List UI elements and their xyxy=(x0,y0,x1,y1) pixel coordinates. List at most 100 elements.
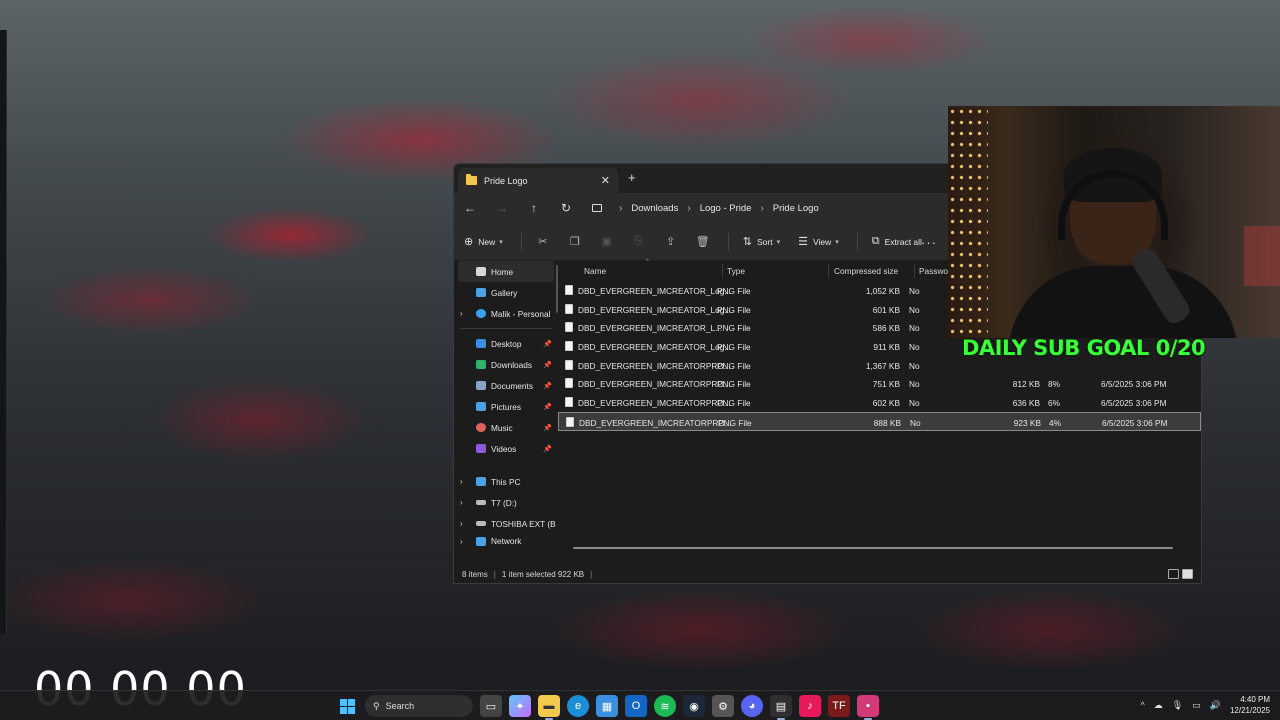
sidebar-item-music[interactable]: Music 📌 xyxy=(454,417,558,438)
tab-close-button[interactable]: ✕ xyxy=(601,174,610,187)
file-date: 6/5/2025 3:06 PM xyxy=(1101,398,1167,409)
chevron-right-icon[interactable]: › xyxy=(460,309,463,318)
file-name: DBD_EVERGREEN_IMCREATORPRO... xyxy=(578,360,731,371)
breadcrumb-logo-pride[interactable]: Logo - Pride xyxy=(700,203,752,214)
obs-icon[interactable]: ▤ xyxy=(770,695,792,720)
delete-icon[interactable]: 🗑 xyxy=(696,235,710,248)
sidebar-item-home[interactable]: Home xyxy=(458,261,554,282)
view-button[interactable]: ☰ View ▾ xyxy=(798,235,839,248)
sidebar-item-documents[interactable]: Documents 📌 xyxy=(454,375,558,396)
column-compressed-size[interactable]: Compressed size xyxy=(834,266,898,276)
chevron-right-icon[interactable]: › xyxy=(760,203,763,214)
forward-button[interactable]: → xyxy=(486,201,518,215)
home-icon xyxy=(476,267,486,276)
column-name[interactable]: Name xyxy=(584,266,606,276)
sidebar-item-desktop[interactable]: Desktop 📌 xyxy=(454,333,558,354)
horizontal-scrollbar[interactable] xyxy=(573,547,1173,549)
table-row[interactable]: DBD_EVERGREEN_IMCREATORPRO... PNG File 751… xyxy=(558,374,1201,393)
file-name: DBD_EVERGREEN_IMCREATOR_Log... xyxy=(578,342,732,353)
chevron-up-icon[interactable]: ^ xyxy=(1141,700,1145,710)
sort-button[interactable]: ⇅ Sort ▾ xyxy=(743,235,780,248)
breadcrumb: › Downloads › Logo - Pride › Pride Logo xyxy=(592,203,819,214)
spotify-icon[interactable]: ≋ xyxy=(654,695,676,717)
breadcrumb-downloads[interactable]: Downloads xyxy=(631,203,678,214)
store-icon[interactable]: ▦ xyxy=(596,695,618,717)
file-ratio: 6% xyxy=(1048,398,1060,409)
cut-icon[interactable]: ✂ xyxy=(536,235,550,248)
chevron-right-icon[interactable]: › xyxy=(619,203,622,214)
sidebar-item-onedrive[interactable]: › Malik - Personal xyxy=(454,303,558,324)
clock[interactable]: 4:40 PM 12/21/2025 xyxy=(1230,694,1270,716)
microphone-icon[interactable]: 🎙 xyxy=(1172,700,1183,711)
file-compressed-size: 602 KB xyxy=(872,398,900,409)
new-tab-button[interactable]: + xyxy=(628,170,636,185)
folder-icon xyxy=(466,174,477,185)
file-explorer-icon[interactable]: ▬ xyxy=(538,695,560,720)
rename-icon[interactable]: ⎘ xyxy=(632,235,646,248)
pin-icon: 📌 xyxy=(543,340,552,348)
column-type[interactable]: Type xyxy=(727,266,745,276)
taskbar-search[interactable]: ⚲ Search xyxy=(365,695,473,717)
tiles-view-icon[interactable] xyxy=(1182,569,1193,579)
sidebar-item-label: Desktop xyxy=(491,338,522,349)
details-view-icon[interactable] xyxy=(1168,569,1179,579)
sidebar-item-t7-drive[interactable]: › T7 (D:) xyxy=(454,492,558,513)
discord-icon[interactable]: ◕ xyxy=(741,695,763,717)
computer-icon[interactable] xyxy=(592,204,602,212)
document-app-icon[interactable]: ▪ xyxy=(857,695,879,720)
up-button[interactable]: ↑ xyxy=(518,201,550,215)
new-button[interactable]: ⊕ New ▾ xyxy=(464,235,503,248)
table-row[interactable]: DBD_EVERGREEN_IMCREATORPRO... PNG File 602… xyxy=(558,393,1201,412)
divider xyxy=(727,232,729,251)
clock-date: 12/21/2025 xyxy=(1229,706,1270,715)
extract-all-label: Extract all xyxy=(884,236,922,247)
file-type: PNG File xyxy=(717,379,751,390)
more-options-button[interactable]: ··· xyxy=(921,235,937,250)
start-button[interactable] xyxy=(336,695,358,717)
tf-app-icon[interactable]: TF xyxy=(828,695,850,717)
sidebar-item-videos[interactable]: Videos 📌 xyxy=(454,438,558,459)
extract-all-button[interactable]: ⧉ Extract all xyxy=(872,235,922,248)
file-name: DBD_EVERGREEN_IMCREATORPRO... xyxy=(578,379,731,390)
sidebar-item-this-pc[interactable]: › This PC xyxy=(454,471,558,492)
back-button[interactable]: ← xyxy=(454,201,486,215)
sidebar-item-toshiba-drive[interactable]: › TOSHIBA EXT (B xyxy=(454,513,558,534)
cloud-icon[interactable]: ☁ xyxy=(1154,700,1163,711)
chevron-right-icon[interactable]: › xyxy=(460,498,463,507)
sidebar-item-label: This PC xyxy=(491,476,521,487)
cloud-icon xyxy=(476,309,486,318)
pin-icon: 📌 xyxy=(543,361,552,369)
document-icon xyxy=(476,381,486,390)
breadcrumb-pride-logo[interactable]: Pride Logo xyxy=(773,203,819,214)
paste-icon[interactable]: ▣ xyxy=(600,235,614,248)
sidebar-item-pictures[interactable]: Pictures 📌 xyxy=(454,396,558,417)
task-view-icon[interactable]: ▭ xyxy=(480,695,502,717)
volume-icon[interactable]: 🔊 xyxy=(1210,700,1221,711)
tab-pride-logo[interactable]: Pride Logo ✕ xyxy=(458,168,618,193)
desktop-side-panel xyxy=(0,30,7,634)
view-icon: ☰ xyxy=(798,236,808,248)
edge-icon[interactable]: e xyxy=(567,695,589,717)
outlook-icon[interactable]: O xyxy=(625,695,647,717)
chevron-right-icon[interactable]: › xyxy=(460,519,463,528)
chevron-right-icon[interactable]: › xyxy=(460,537,463,546)
settings-icon[interactable]: ⚙ xyxy=(712,695,734,717)
tiktok-icon[interactable]: ♪ xyxy=(799,695,821,717)
pin-icon: 📌 xyxy=(543,403,552,411)
sidebar-item-gallery[interactable]: Gallery xyxy=(454,282,558,303)
display-icon[interactable]: ▭ xyxy=(1192,700,1201,711)
sidebar-item-downloads[interactable]: Downloads 📌 xyxy=(454,354,558,375)
refresh-button[interactable]: ↻ xyxy=(550,201,582,215)
table-row[interactable]: DBD_EVERGREEN_IMCREATORPRO... PNG File 888… xyxy=(558,411,1201,431)
chevron-right-icon[interactable]: › xyxy=(687,203,690,214)
chevron-right-icon[interactable]: › xyxy=(460,477,463,486)
copy-icon[interactable]: ❐ xyxy=(568,235,582,248)
file-size: 923 KB xyxy=(1013,417,1041,428)
pin-icon: 📌 xyxy=(543,424,552,432)
share-icon[interactable]: ⇪ xyxy=(664,235,678,248)
file-password: No xyxy=(909,342,920,353)
steam-icon[interactable]: ◉ xyxy=(683,695,705,717)
network-icon xyxy=(476,536,486,546)
copilot-icon[interactable]: ✦ xyxy=(509,695,531,717)
sidebar-item-network[interactable]: › Network xyxy=(454,534,558,548)
